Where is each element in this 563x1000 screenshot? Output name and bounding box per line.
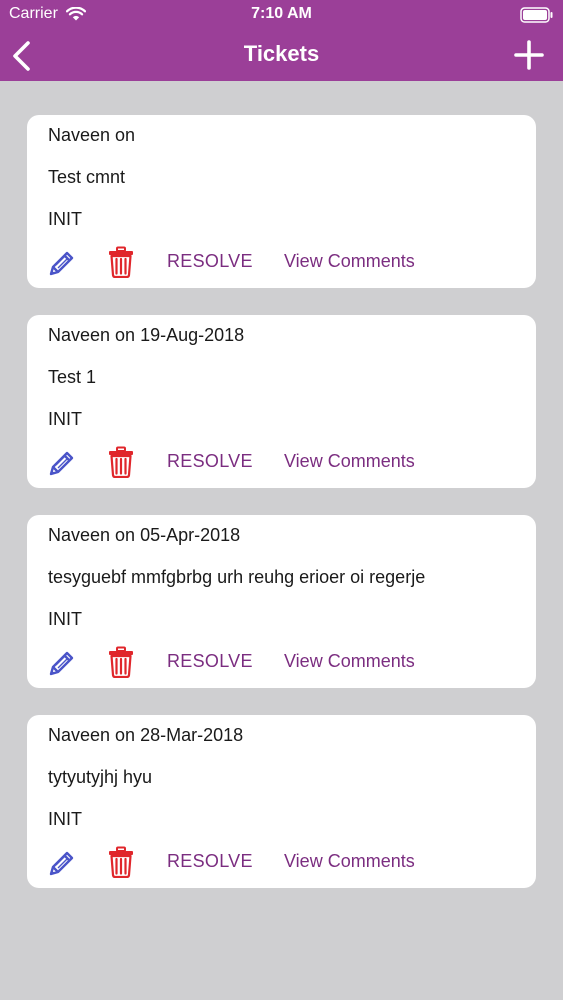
resolve-button[interactable]: RESOLVE (167, 651, 253, 672)
ticket-comment: tytyutyjhj hyu (48, 767, 153, 787)
edit-pencil-icon[interactable] (47, 248, 77, 278)
ticket-card: Naveen on 19-Aug-2018 Test 1 INIT RESOLV… (27, 315, 536, 488)
battery-icon (520, 7, 553, 23)
ticket-header: Naveen on 05-Apr-2018 (48, 525, 241, 545)
ticket-header: Naveen on 28-Mar-2018 (48, 725, 244, 745)
ticket-comment: tesyguebf mmfgbrbg urh reuhg erioer oi r… (48, 567, 426, 587)
view-comments-link[interactable]: View Comments (284, 451, 415, 472)
ticket-actions: RESOLVE View Comments (47, 646, 527, 678)
edit-pencil-icon[interactable] (47, 448, 77, 478)
ticket-list: Naveen on Test cmnt INIT RESOLVE View Co… (27, 115, 536, 915)
ticket-header: Naveen on (48, 125, 136, 145)
edit-pencil-icon[interactable] (47, 848, 77, 878)
ticket-card: Naveen on 05-Apr-2018 tesyguebf mmfgbrbg… (27, 515, 536, 688)
status-time: 7:10 AM (251, 5, 312, 22)
ticket-actions: RESOLVE View Comments (47, 446, 527, 478)
resolve-button[interactable]: RESOLVE (167, 851, 253, 872)
page-title: Tickets (243, 41, 320, 66)
trash-icon[interactable] (108, 846, 134, 878)
status-bar: Carrier 7:10 AM (0, 0, 563, 30)
ticket-status: INIT (48, 209, 82, 229)
view-comments-link[interactable]: View Comments (284, 651, 415, 672)
ticket-header: Naveen on 19-Aug-2018 (48, 325, 245, 345)
ticket-status: INIT (48, 809, 82, 829)
ticket-actions: RESOLVE View Comments (47, 246, 527, 278)
view-comments-link[interactable]: View Comments (284, 851, 415, 872)
plus-icon (514, 40, 544, 70)
ticket-status: INIT (48, 609, 82, 629)
nav-bar: Tickets (0, 30, 563, 81)
trash-icon[interactable] (108, 246, 134, 278)
ticket-card: Naveen on 28-Mar-2018 tytyutyjhj hyu INI… (27, 715, 536, 888)
add-ticket-button[interactable] (513, 39, 545, 71)
trash-icon[interactable] (108, 446, 134, 478)
ticket-comment: Test 1 (48, 367, 97, 387)
ticket-actions: RESOLVE View Comments (47, 846, 527, 878)
view-comments-link[interactable]: View Comments (284, 251, 415, 272)
ticket-card: Naveen on Test cmnt INIT RESOLVE View Co… (27, 115, 536, 288)
trash-icon[interactable] (108, 646, 134, 678)
ticket-comment: Test cmnt (48, 167, 126, 187)
resolve-button[interactable]: RESOLVE (167, 251, 253, 272)
ticket-status: INIT (48, 409, 82, 429)
edit-pencil-icon[interactable] (47, 648, 77, 678)
resolve-button[interactable]: RESOLVE (167, 451, 253, 472)
